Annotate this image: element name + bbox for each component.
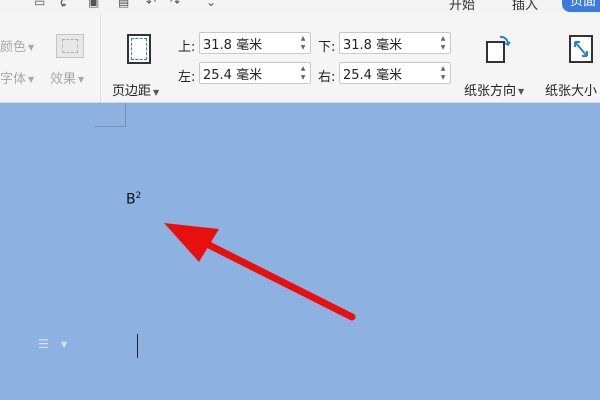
red-arrow-annotation: [164, 223, 356, 321]
arrow-head: [164, 223, 219, 262]
arrow-shaft: [201, 239, 356, 321]
